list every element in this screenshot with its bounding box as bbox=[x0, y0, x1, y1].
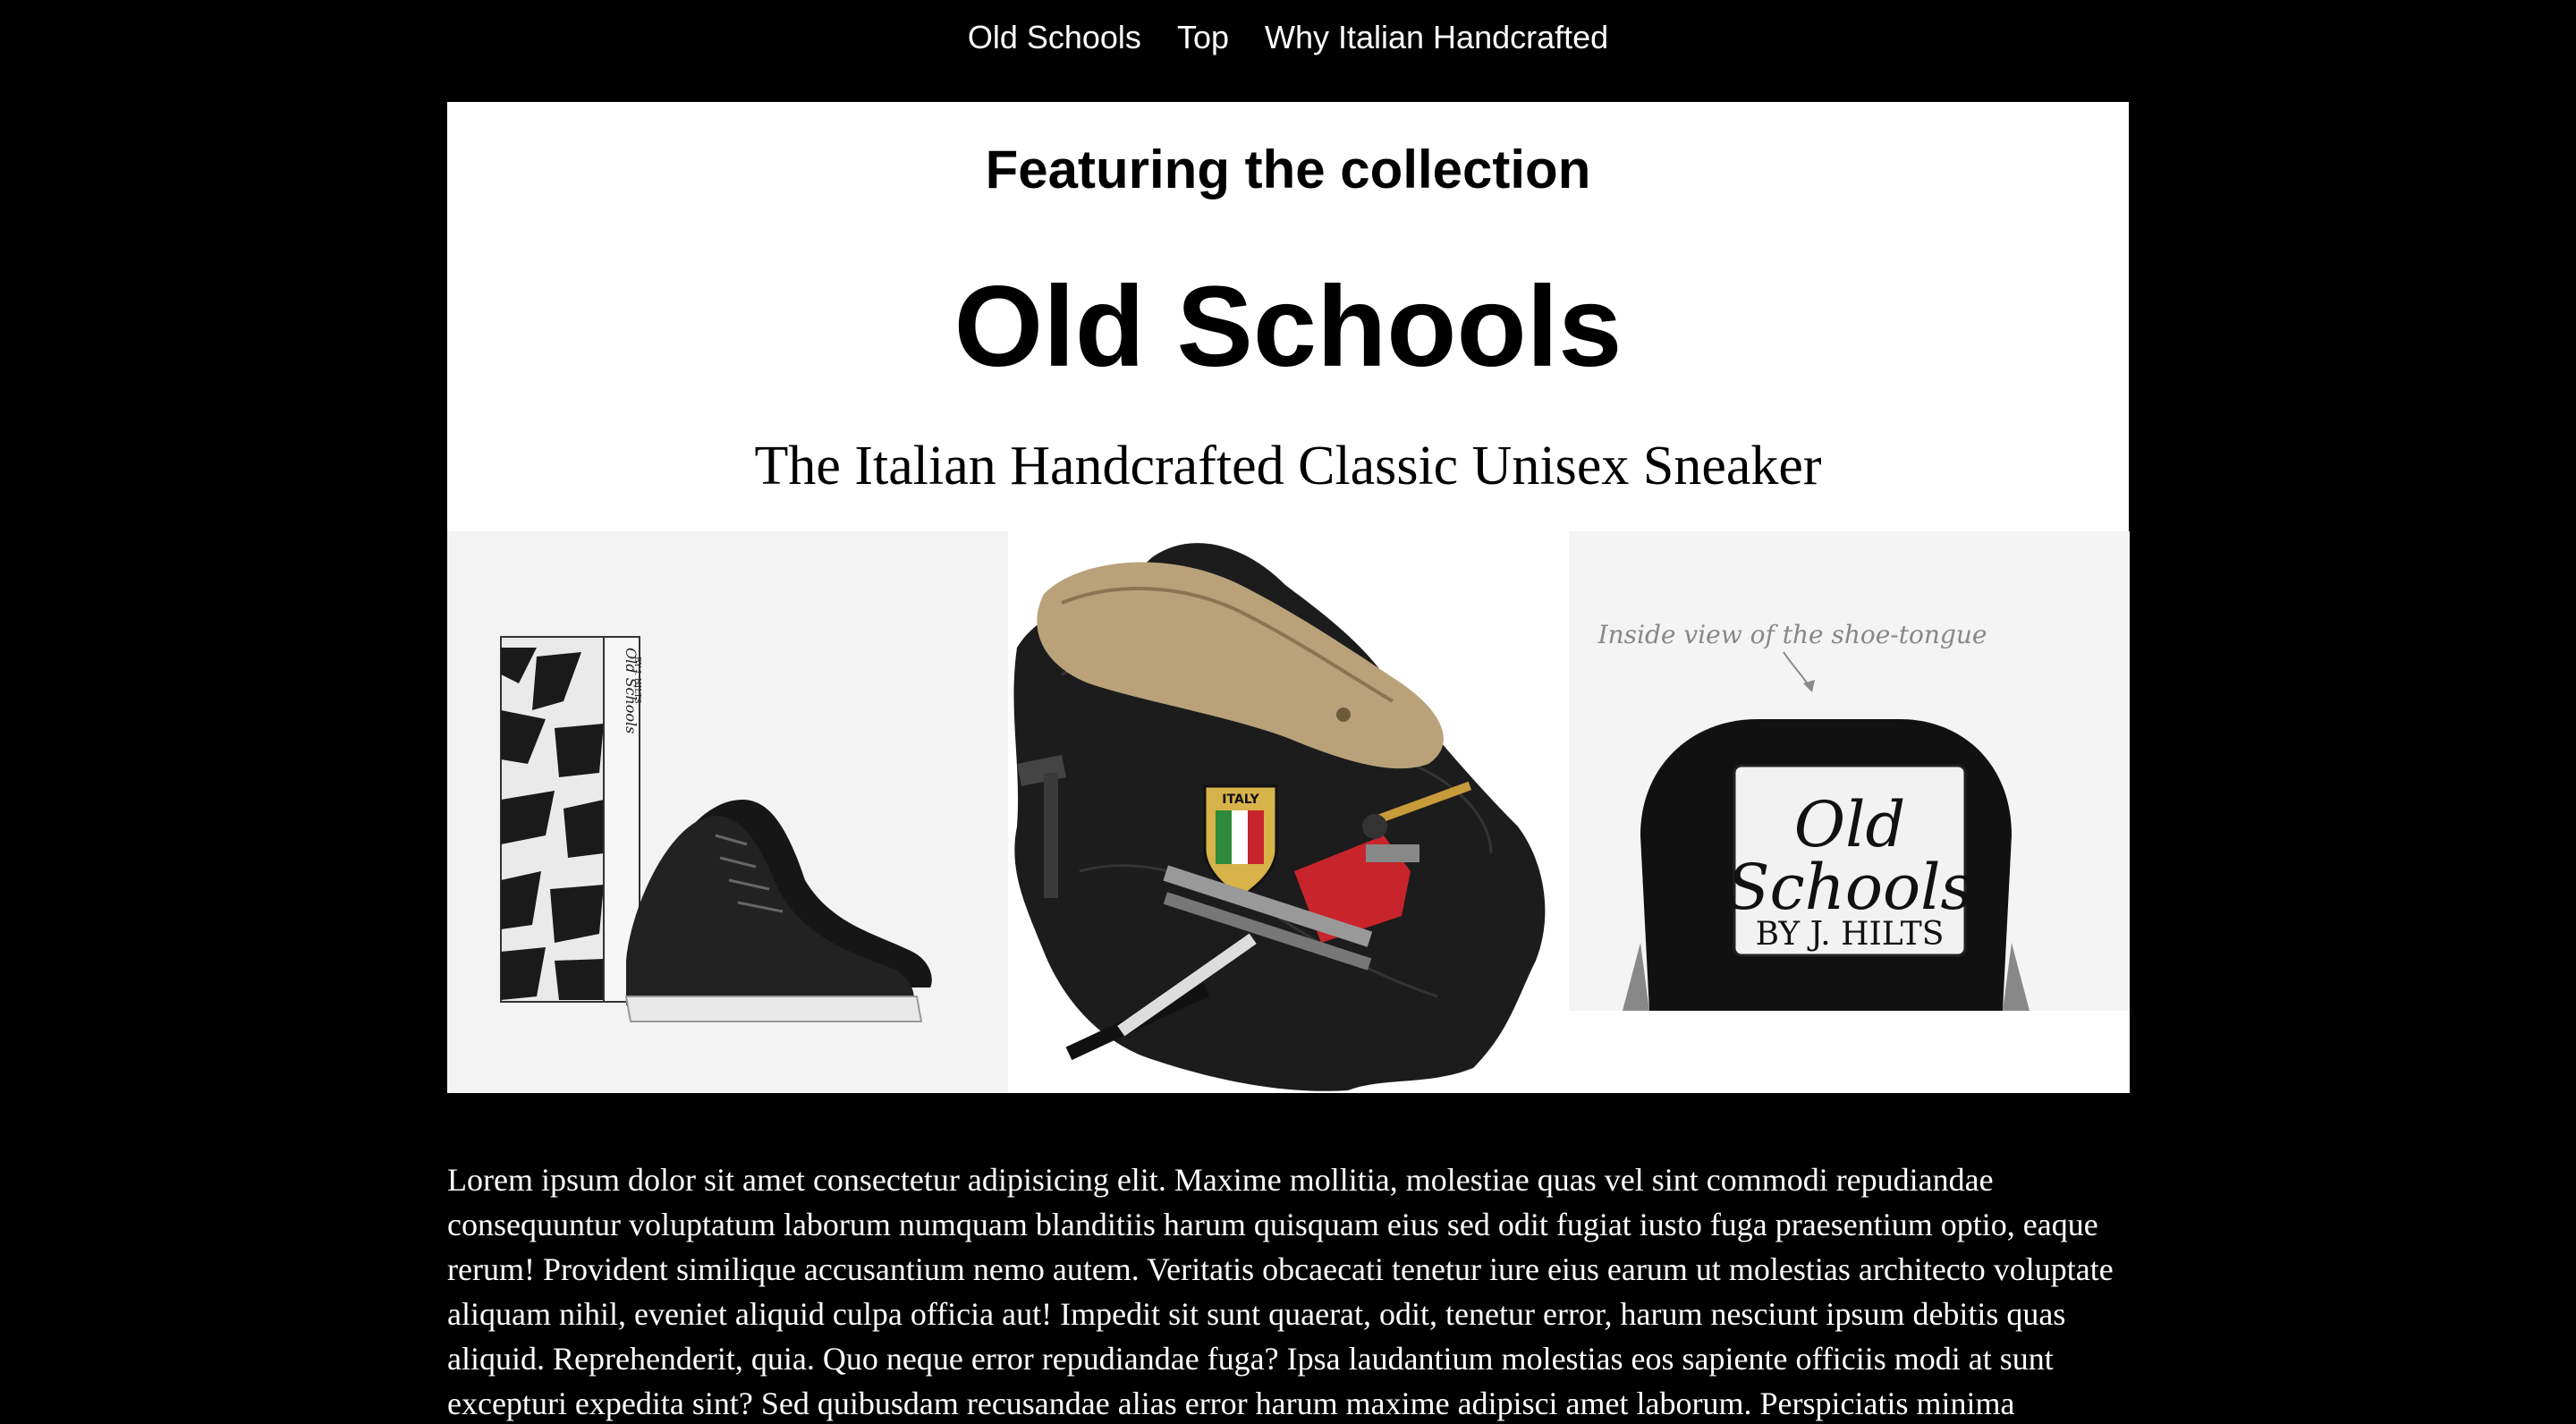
tongue-label-line2: Schools bbox=[1727, 851, 1973, 924]
black-high-top-sneakers bbox=[624, 800, 932, 1022]
hero-featuring-heading: Featuring the collection bbox=[985, 140, 1591, 199]
shoe-box: Old Schools BY J. HILTS bbox=[500, 636, 641, 1003]
shoe-tongue: Old Schools BY J. HILTS bbox=[1623, 719, 2029, 1011]
sneaker-with-box-image: Old Schools BY J. HILTS bbox=[447, 531, 1008, 1093]
badge-label-text: ITALY bbox=[1222, 793, 1259, 807]
tongue-label-line3: BY J. HILTS bbox=[1756, 916, 1945, 953]
shoe-tongue-image: Inside view of the shoe-tongue Old Schoo… bbox=[1569, 531, 2130, 1093]
product-gallery: Old Schools BY J. HILTS ITALY Inside vie… bbox=[447, 531, 2130, 1093]
box-sublabel-text: BY J. HILTS bbox=[632, 657, 641, 704]
hero-subtitle: The Italian Handcrafted Classic Unisex S… bbox=[754, 436, 1822, 496]
shoemaking-tools-image: ITALY bbox=[1008, 531, 1569, 1093]
hero-collection-title: Old Schools bbox=[953, 263, 1623, 391]
nav-link-why-italian-handcrafted[interactable]: Why Italian Handcrafted bbox=[1265, 19, 1608, 56]
top-navigation: Old Schools Top Why Italian Handcrafted bbox=[0, 0, 2576, 75]
nav-link-top[interactable]: Top bbox=[1177, 19, 1229, 56]
hero-section: Featuring the collection Old Schools The… bbox=[447, 102, 2130, 1093]
article-body-text: Lorem ipsum dolor sit amet consectetur a… bbox=[447, 1162, 2114, 1421]
tongue-caption-text: Inside view of the shoe-tongue bbox=[1597, 620, 1987, 649]
nav-link-old-schools[interactable]: Old Schools bbox=[968, 19, 1141, 56]
